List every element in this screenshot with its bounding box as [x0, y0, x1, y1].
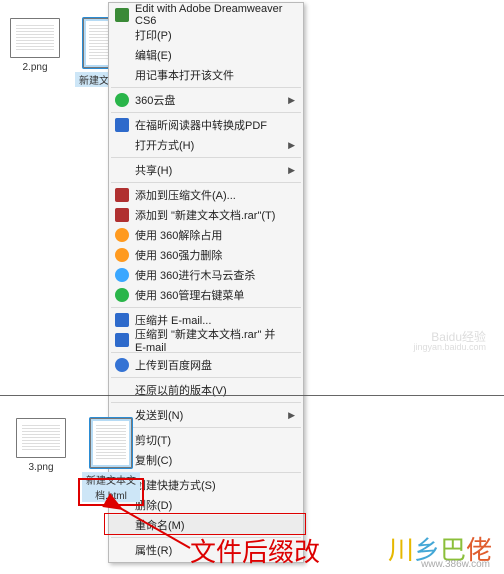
menu-item-label: 在福昕阅读器中转换成PDF: [135, 117, 267, 133]
menu-item[interactable]: 使用 360解除占用: [109, 225, 303, 245]
annotation-text: 文件后缀改: [190, 532, 320, 569]
menu-item[interactable]: 用记事本打开该文件: [109, 65, 303, 85]
menu-item[interactable]: 打印(P): [109, 25, 303, 45]
brand-url: www.386w.com: [421, 559, 490, 570]
menu-item[interactable]: 压缩到 "新建文本文档.rar" 并 E-mail: [109, 330, 303, 350]
menu-item-label: 打印(P): [135, 27, 172, 43]
menu-item[interactable]: 360云盘 ▶: [109, 90, 303, 110]
menu-item[interactable]: 在福昕阅读器中转换成PDF: [109, 115, 303, 135]
menu-item-label: 共享(H): [135, 162, 172, 178]
menu-item-label: 剪切(T): [135, 432, 171, 448]
menu-item[interactable]: 使用 360进行木马云查杀: [109, 265, 303, 285]
menu-item-label: 压缩到 "新建文本文档.rar" 并 E-mail: [135, 326, 289, 354]
file-icon-2png[interactable]: 2.png: [6, 18, 64, 73]
file-label: 2.png: [6, 62, 64, 73]
menu-item-label: 使用 360强力删除: [135, 247, 222, 263]
menu-separator: [111, 402, 301, 403]
menu-item[interactable]: 编辑(E): [109, 45, 303, 65]
menu-item-label: 使用 360管理右键菜单: [135, 287, 244, 303]
scene-divider: [0, 395, 504, 396]
menu-item-label: 用记事本打开该文件: [135, 67, 234, 83]
menu-separator: [111, 157, 301, 158]
thumbnail-icon: [10, 18, 60, 58]
pdf-icon: [114, 117, 130, 133]
submenu-arrow-icon: ▶: [288, 140, 295, 151]
360g-icon: [114, 287, 130, 303]
360o-icon: [114, 247, 130, 263]
thumbnail-icon: [90, 418, 132, 468]
menu-item-label: 编辑(E): [135, 47, 172, 63]
menu-item-label: 添加到 "新建文本文档.rar"(T): [135, 207, 275, 223]
menu-item-label: 属性(R): [135, 542, 172, 558]
menu-item[interactable]: Edit with Adobe Dreamweaver CS6: [109, 5, 303, 25]
zipR-icon: [114, 187, 130, 203]
menu-separator: [111, 112, 301, 113]
360-icon: [114, 92, 130, 108]
menu-item[interactable]: 使用 360管理右键菜单: [109, 285, 303, 305]
menu-item[interactable]: 共享(H) ▶: [109, 160, 303, 180]
menu-item-label: Edit with Adobe Dreamweaver CS6: [135, 3, 289, 27]
menu-item-label: 复制(C): [135, 452, 172, 468]
menu-item[interactable]: 上传到百度网盘: [109, 355, 303, 375]
ball-icon: [114, 267, 130, 283]
menu-item-label: 发送到(N): [135, 407, 183, 423]
zipB-icon: [114, 332, 130, 348]
menu-separator: [111, 182, 301, 183]
watermark-baidu-url: jingyan.baidu.com: [413, 342, 486, 352]
submenu-arrow-icon: ▶: [288, 165, 295, 176]
dw-icon: [114, 7, 130, 23]
file-label: 3.png: [12, 462, 70, 473]
zipB-icon: [114, 312, 130, 328]
menu-item-label: 360云盘: [135, 92, 175, 108]
menu-item-label: 打开方式(H): [135, 137, 194, 153]
menu-item-label: 上传到百度网盘: [135, 357, 212, 373]
menu-item[interactable]: 使用 360强力删除: [109, 245, 303, 265]
submenu-arrow-icon: ▶: [288, 95, 295, 106]
zipR-icon: [114, 207, 130, 223]
menu-item-label: 创建快捷方式(S): [135, 477, 216, 493]
360o-icon: [114, 227, 130, 243]
submenu-arrow-icon: ▶: [288, 410, 295, 421]
menu-separator: [111, 377, 301, 378]
menu-separator: [111, 87, 301, 88]
menu-item-label: 添加到压缩文件(A)...: [135, 187, 236, 203]
menu-item[interactable]: 添加到压缩文件(A)...: [109, 185, 303, 205]
menu-item[interactable]: 添加到 "新建文本文档.rar"(T): [109, 205, 303, 225]
menu-separator: [111, 307, 301, 308]
menu-item-label: 使用 360进行木马云查杀: [135, 267, 255, 283]
thumbnail-icon: [16, 418, 66, 458]
file-icon-3png[interactable]: 3.png: [12, 418, 70, 473]
menu-item-label: 使用 360解除占用: [135, 227, 222, 243]
menu-item[interactable]: 还原以前的版本(V): [109, 380, 303, 400]
baidu-icon: [114, 357, 130, 373]
highlight-filename-box: [78, 478, 144, 506]
menu-item[interactable]: 打开方式(H) ▶: [109, 135, 303, 155]
